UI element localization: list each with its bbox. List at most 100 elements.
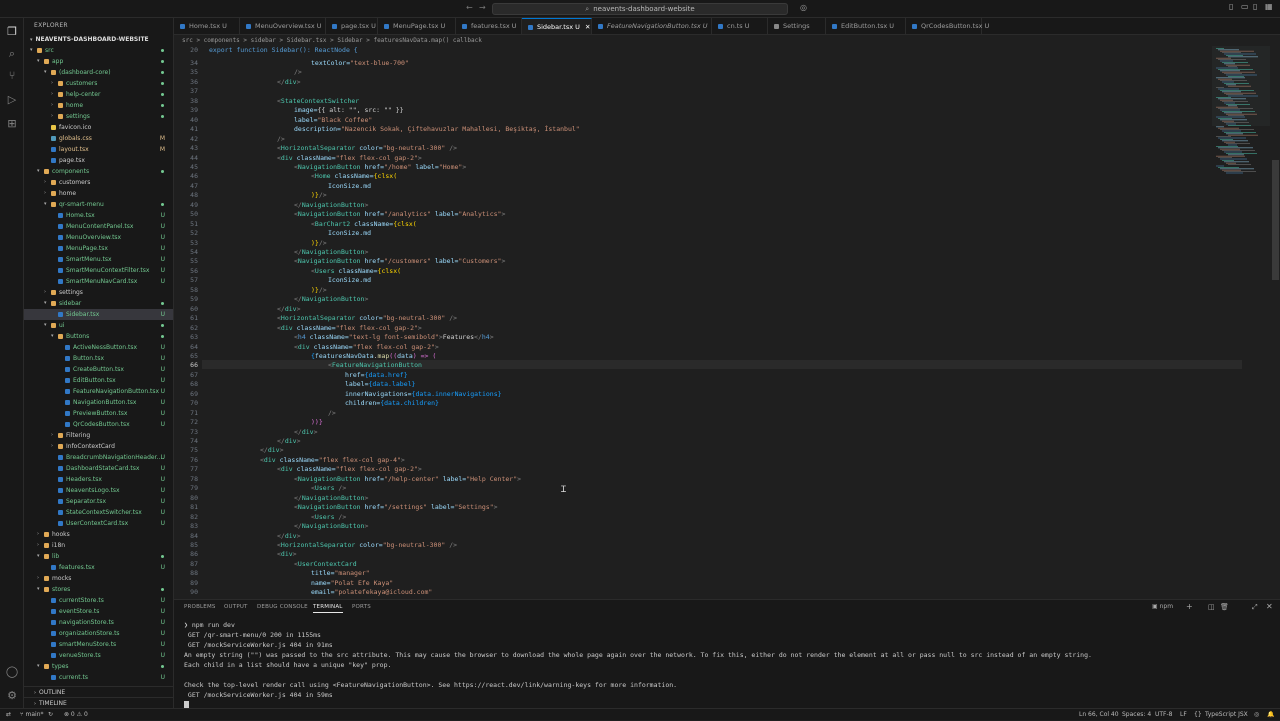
file-item[interactable]: eventStore.ts U bbox=[24, 606, 173, 617]
file-item[interactable]: FeatureNavigationButton.tsx U bbox=[24, 386, 173, 397]
back-arrow-icon[interactable]: ← bbox=[466, 3, 473, 12]
code-line[interactable]: IconSize.md bbox=[328, 276, 371, 284]
run-debug-icon[interactable]: ▷ bbox=[4, 92, 20, 108]
code-line[interactable]: title="manager" bbox=[311, 569, 370, 577]
panel-tab-output[interactable]: OUTPUT bbox=[224, 604, 248, 610]
file-item[interactable]: MenuPage.tsx U bbox=[24, 243, 173, 254]
account-icon[interactable]: ◯ bbox=[4, 664, 20, 680]
file-item[interactable]: Separator.tsx U bbox=[24, 496, 173, 507]
code-line[interactable]: )}/> bbox=[311, 286, 327, 294]
editor-tab[interactable]: MenuOverview.tsx U bbox=[240, 18, 326, 34]
file-item[interactable]: NavigationButton.tsx U bbox=[24, 397, 173, 408]
folder-item[interactable]: › Filtering bbox=[24, 430, 173, 441]
panel-tab-terminal[interactable]: TERMINAL bbox=[313, 604, 343, 613]
code-editor[interactable]: 20 export function Sidebar(): ReactNode … bbox=[174, 46, 1270, 598]
code-line[interactable]: <BarChart2 className={clsx( bbox=[311, 220, 417, 228]
file-item[interactable]: smartMenuStore.ts U bbox=[24, 639, 173, 650]
folder-item[interactable]: ▾ ui bbox=[24, 320, 173, 331]
code-line[interactable]: IconSize.md bbox=[328, 182, 371, 190]
code-line[interactable]: description="Nazencik Sokak, Çiftehavuzl… bbox=[294, 125, 580, 133]
indentation[interactable]: Spaces: 4 bbox=[1122, 709, 1151, 721]
file-item[interactable]: MenuOverview.tsx U bbox=[24, 232, 173, 243]
code-line[interactable]: <div> bbox=[277, 550, 297, 558]
code-line[interactable]: innerNavigations={data.innerNavigations} bbox=[345, 390, 502, 398]
folder-item[interactable]: › home bbox=[24, 100, 173, 111]
file-item[interactable]: SmartMenuContextFilter.tsx U bbox=[24, 265, 173, 276]
editor-tab[interactable]: Home.tsx U bbox=[174, 18, 240, 34]
file-item[interactable]: PreviewButton.tsx U bbox=[24, 408, 173, 419]
file-item[interactable]: EditButton.tsx U bbox=[24, 375, 173, 386]
search-icon[interactable]: ⌕ bbox=[4, 46, 20, 62]
file-item[interactable]: Home.tsx U bbox=[24, 210, 173, 221]
folder-item[interactable]: ▾ (dashboard-core) bbox=[24, 67, 173, 78]
code-line[interactable]: name="Polat Efe Kaya" bbox=[311, 579, 393, 587]
folder-item[interactable]: › customers bbox=[24, 177, 173, 188]
extensions-icon[interactable]: ⊞ bbox=[4, 116, 20, 132]
code-line[interactable]: </div> bbox=[294, 428, 318, 436]
code-line[interactable]: children={data.children} bbox=[345, 399, 439, 407]
file-item[interactable]: QrCodesButton.tsx U bbox=[24, 419, 173, 430]
folder-item[interactable]: › hooks bbox=[24, 529, 173, 540]
folder-item[interactable]: ▾ components bbox=[24, 166, 173, 177]
code-line[interactable]: {featuresNavData.map((data) => ( bbox=[311, 352, 436, 360]
code-line[interactable]: IconSize.md bbox=[328, 229, 371, 237]
explorer-icon[interactable]: ❐ bbox=[4, 24, 20, 40]
file-item[interactable]: layout.tsx M bbox=[24, 144, 173, 155]
folder-item[interactable]: ▾ stores bbox=[24, 584, 173, 595]
settings-gear-icon[interactable]: ⚙ bbox=[4, 688, 20, 704]
toggle-secondary-sidebar-icon[interactable]: ▯ bbox=[1253, 2, 1257, 11]
close-panel-icon[interactable]: ✕ bbox=[1266, 602, 1273, 611]
folder-item[interactable]: › home bbox=[24, 188, 173, 199]
folder-item[interactable]: ▾ Buttons bbox=[24, 331, 173, 342]
code-line[interactable]: /> bbox=[277, 135, 285, 143]
breadcrumb[interactable]: src > components > sidebar > Sidebar.tsx… bbox=[182, 36, 482, 46]
code-line[interactable]: </NavigationButton> bbox=[294, 248, 368, 256]
language-braces-icon[interactable]: {} bbox=[1194, 709, 1202, 721]
code-line[interactable]: label="Black Coffee" bbox=[294, 116, 372, 124]
folder-item[interactable]: › i18n bbox=[24, 540, 173, 551]
remote-icon[interactable]: ⇄ bbox=[6, 709, 11, 721]
code-line[interactable]: /> bbox=[294, 68, 302, 76]
code-line[interactable]: </NavigationButton> bbox=[294, 522, 368, 530]
maximize-panel-icon[interactable]: ⤢ bbox=[1252, 603, 1258, 612]
branch-status[interactable]: ⑂ main* bbox=[20, 709, 44, 721]
code-line[interactable]: <Users className={clsx( bbox=[311, 267, 401, 275]
forward-arrow-icon[interactable]: → bbox=[479, 3, 486, 12]
add-terminal-icon[interactable]: + bbox=[1186, 602, 1193, 611]
folder-item[interactable]: › customers bbox=[24, 78, 173, 89]
folder-item[interactable]: ▾ qr-smart-menu bbox=[24, 199, 173, 210]
code-line[interactable]: <div className="flex flex-col gap-2"> bbox=[294, 343, 439, 351]
split-terminal-icon[interactable]: ◫ bbox=[1208, 603, 1215, 611]
code-line[interactable]: <div className="flex flex-col gap-2"> bbox=[277, 154, 422, 162]
code-line[interactable]: <NavigationButton href="/home" label="Ho… bbox=[294, 163, 466, 171]
file-item[interactable]: currentStore.ts U bbox=[24, 595, 173, 606]
file-item[interactable]: venueStore.ts U bbox=[24, 650, 173, 661]
code-line[interactable]: <Users /> bbox=[311, 484, 346, 492]
file-item[interactable]: CreateButton.tsx U bbox=[24, 364, 173, 375]
file-item[interactable]: organizationStore.ts U bbox=[24, 628, 173, 639]
code-line[interactable]: <NavigationButton href="/analytics" labe… bbox=[294, 210, 505, 218]
file-item[interactable]: BreadcrumbNavigationHeader.... U bbox=[24, 452, 173, 463]
code-line[interactable]: <HorizontalSeparator color="bg-neutral-3… bbox=[277, 144, 457, 152]
outline-section[interactable]: › OUTLINE bbox=[24, 686, 173, 697]
project-root[interactable]: ▾ NEAVENTS-DASHBOARD-WEBSITE bbox=[24, 34, 173, 45]
file-item[interactable]: Button.tsx U bbox=[24, 353, 173, 364]
folder-item[interactable]: ▾ types bbox=[24, 661, 173, 672]
code-line[interactable]: </div> bbox=[277, 305, 301, 313]
file-item[interactable]: globals.css M bbox=[24, 133, 173, 144]
copilot-status-icon[interactable]: ◎ bbox=[1254, 709, 1259, 721]
timeline-section[interactable]: › TIMELINE bbox=[24, 697, 173, 708]
code-line[interactable]: </div> bbox=[277, 437, 301, 445]
editor-tab[interactable]: FeatureNavigationButton.tsx U bbox=[592, 18, 712, 34]
folder-item[interactable]: ▾ src bbox=[24, 45, 173, 56]
notifications-bell-icon[interactable]: 🔔 bbox=[1267, 709, 1274, 721]
code-line[interactable]: <StateContextSwitcher bbox=[277, 97, 359, 105]
folder-item[interactable]: › settings bbox=[24, 111, 173, 122]
folder-item[interactable]: ▾ lib bbox=[24, 551, 173, 562]
command-center-search[interactable]: ⌕ neavents-dashboard-website bbox=[492, 3, 788, 15]
trash-icon[interactable]: 🗑 bbox=[1220, 603, 1229, 611]
editor-tab[interactable]: QrCodesButton.tsx U bbox=[906, 18, 989, 34]
encoding[interactable]: UTF-8 bbox=[1155, 709, 1173, 721]
panel-tab-problems[interactable]: PROBLEMS bbox=[184, 604, 216, 610]
code-line[interactable]: textColor="text-blue-700" bbox=[311, 59, 409, 67]
